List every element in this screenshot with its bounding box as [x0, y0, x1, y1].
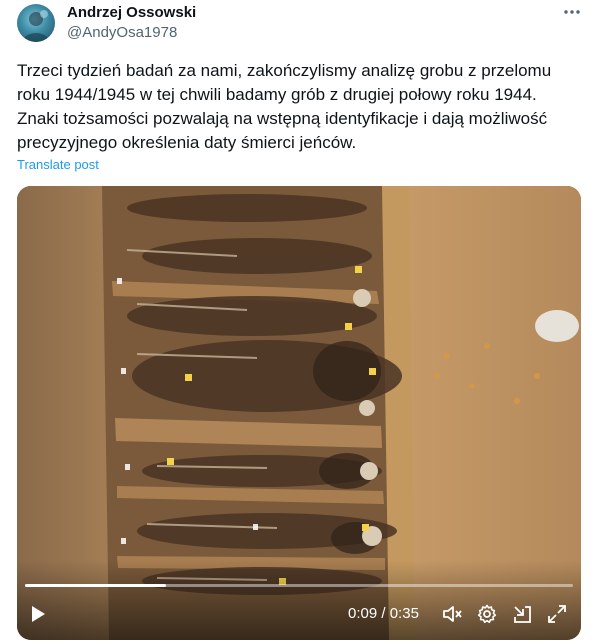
translate-post-link[interactable]: Translate post	[17, 157, 99, 172]
author-display-name[interactable]: Andrzej Ossowski	[67, 4, 196, 22]
fullscreen-icon	[548, 605, 566, 623]
post-text-line: roku 1944/1945 w tej chwili badamy grób …	[17, 85, 537, 104]
more-horizontal-icon	[564, 10, 580, 14]
more-options-button[interactable]	[560, 2, 584, 22]
profile-avatar[interactable]	[17, 4, 55, 42]
video-progress-bar[interactable]	[25, 584, 573, 587]
video-current-time: 0:09	[348, 605, 378, 622]
author-handle[interactable]: @AndyOsa1978	[67, 24, 177, 42]
video-player[interactable]: 0:09 / 0:35	[17, 186, 581, 640]
fullscreen-button[interactable]	[545, 602, 569, 626]
video-controls-overlay	[17, 560, 581, 640]
avatar-image	[22, 10, 50, 42]
play-button[interactable]	[25, 602, 49, 626]
settings-button[interactable]	[475, 602, 499, 626]
time-separator: /	[377, 605, 390, 622]
post-text-line: precyzyjnego określenia daty śmierci jeń…	[17, 133, 357, 152]
post-text-line: Znaki tożsamości pozwalają na wstępną id…	[17, 109, 548, 128]
play-icon	[32, 606, 45, 622]
picture-in-picture-icon	[514, 606, 531, 623]
video-timestamp: 0:09 / 0:35	[348, 605, 419, 622]
volume-muted-icon	[443, 606, 462, 622]
video-duration: 0:35	[389, 605, 419, 622]
tweet-card: Andrzej Ossowski @AndyOsa1978 Trzeci tyd…	[0, 0, 598, 643]
post-text: Trzeci tydzień badań za nami, zakończyli…	[17, 59, 577, 155]
video-progress-fill	[25, 584, 166, 587]
gear-icon	[477, 604, 497, 623]
post-text-line: Trzeci tydzień badań za nami, zakończyli…	[17, 61, 552, 80]
picture-in-picture-button[interactable]	[510, 602, 534, 626]
mute-button[interactable]	[440, 602, 464, 626]
